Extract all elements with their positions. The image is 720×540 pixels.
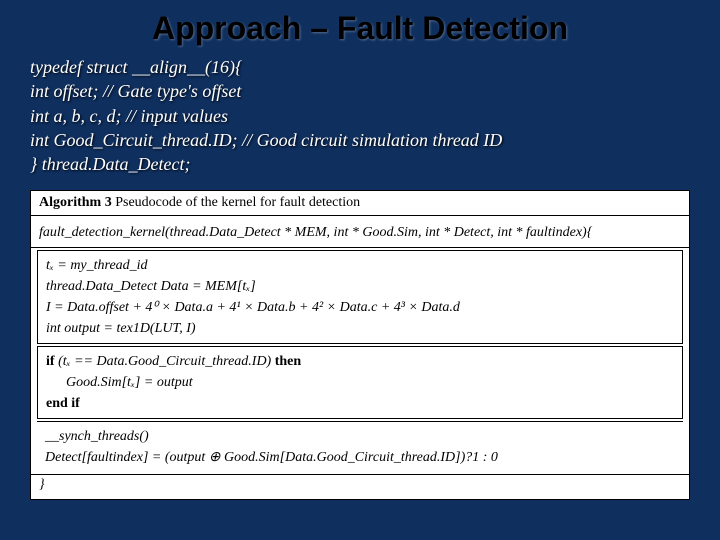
algorithm-header: Algorithm 3 Pseudocode of the kernel for… bbox=[31, 191, 689, 216]
algo-line: thread.Data_Detect Data = MEM[tₓ] bbox=[46, 276, 674, 297]
algorithm-if-block: if (tₓ == Data.Good_Circuit_thread.ID) t… bbox=[37, 346, 683, 419]
algo-line: __synch_threads() bbox=[45, 426, 675, 447]
algo-line: tₓ = my_thread_id bbox=[46, 255, 674, 276]
struct-code-block: typedef struct __align__(16){ int offset… bbox=[30, 55, 690, 176]
if-keyword: if bbox=[46, 354, 58, 369]
slide-title: Approach – Fault Detection bbox=[30, 10, 690, 47]
algo-line: Detect[faultindex] = (output ⊕ Good.Sim[… bbox=[45, 447, 675, 468]
algorithm-init-block: tₓ = my_thread_id thread.Data_Detect Dat… bbox=[37, 250, 683, 344]
algorithm-caption: Pseudocode of the kernel for fault detec… bbox=[112, 195, 360, 210]
code-line: } thread.Data_Detect; bbox=[30, 152, 690, 176]
algo-line: int output = tex1D(LUT, I) bbox=[46, 318, 674, 339]
algo-line: Good.Sim[tₓ] = output bbox=[46, 372, 674, 393]
then-keyword: then bbox=[271, 354, 301, 369]
algorithm-close: } bbox=[31, 474, 689, 499]
algorithm-number: Algorithm 3 bbox=[39, 195, 112, 210]
slide: Approach – Fault Detection typedef struc… bbox=[0, 0, 720, 540]
algo-line: if (tₓ == Data.Good_Circuit_thread.ID) t… bbox=[46, 351, 674, 372]
endif-keyword: end if bbox=[46, 393, 674, 414]
algo-line: I = Data.offset + 4⁰ × Data.a + 4¹ × Dat… bbox=[46, 297, 674, 318]
if-condition: (tₓ == Data.Good_Circuit_thread.ID) bbox=[58, 354, 271, 369]
code-line: typedef struct __align__(16){ bbox=[30, 55, 690, 79]
algorithm-signature: fault_detection_kernel(thread.Data_Detec… bbox=[31, 216, 689, 248]
code-line: int Good_Circuit_thread.ID; // Good circ… bbox=[30, 128, 690, 152]
code-line: int a, b, c, d; // input values bbox=[30, 104, 690, 128]
algorithm-box: Algorithm 3 Pseudocode of the kernel for… bbox=[30, 190, 690, 500]
code-line: int offset; // Gate type's offset bbox=[30, 79, 690, 103]
algorithm-sync-block: __synch_threads() Detect[faultindex] = (… bbox=[37, 421, 683, 472]
